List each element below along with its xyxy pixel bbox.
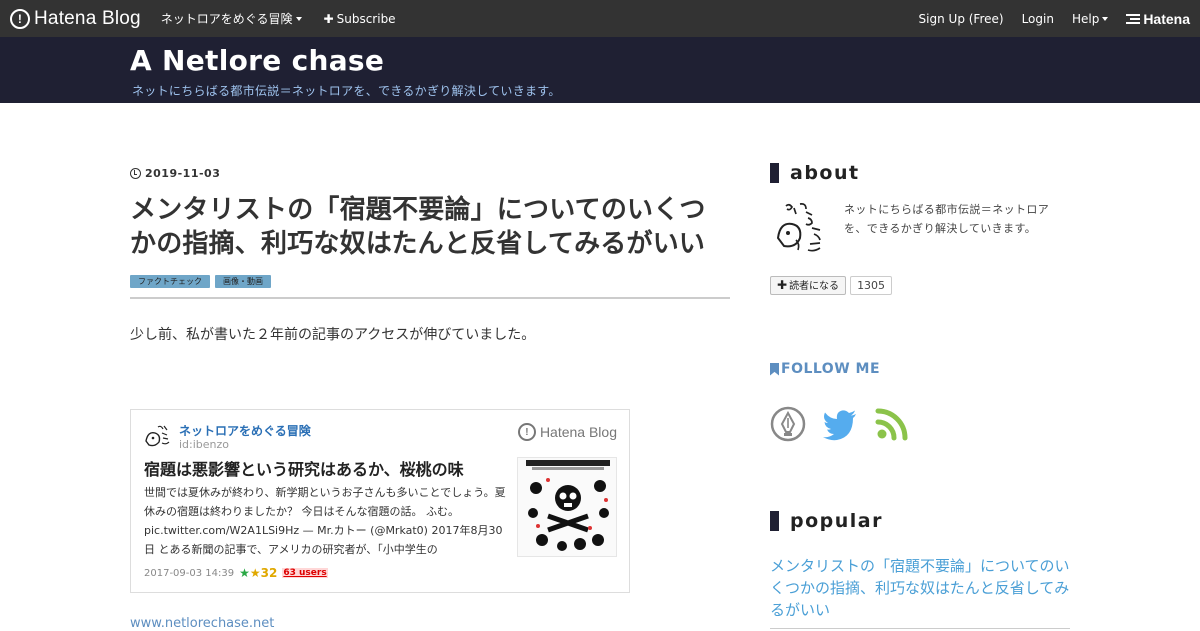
hatena-blog-logo-icon: ! (517, 423, 536, 441)
signup-link[interactable]: Sign Up (Free) (919, 12, 1004, 26)
bookmark-icon (770, 362, 779, 376)
hatena-blog-logo-icon: ! (10, 8, 30, 29)
about-heading-text: about (790, 162, 860, 184)
blog-header: A Netlore chase ネットにちらばる都市伝説＝ネットロアを、できるか… (0, 37, 1200, 103)
entry-date-text: 2019-11-03 (145, 167, 221, 180)
embed-title[interactable]: 宿題は悪影響という研究はあるか、桜桃の味 (144, 456, 464, 480)
embed-blog-name[interactable]: ネットロアをめぐる冒険 (179, 422, 311, 439)
about-heading: about (770, 162, 860, 184)
star-count: 32 (260, 566, 278, 580)
popular-divider (770, 628, 1070, 629)
subscribe-button[interactable]: ✚ Subscribe (324, 12, 396, 26)
embed-author-id[interactable]: id:ibenzo (179, 438, 229, 451)
blog-title[interactable]: A Netlore chase (130, 44, 384, 77)
plus-icon: ✚ (777, 278, 788, 292)
heading-bar (770, 511, 779, 531)
profile-avatar[interactable] (772, 200, 830, 258)
star-icon: ★ (239, 566, 250, 580)
entry-lead-paragraph: 少し前、私が書いた２年前の記事のアクセスが伸びていました。 (130, 327, 536, 343)
hatena-global-bar: ! Hatena Blog ネットロアをめぐる冒険 ✚ Subscribe Si… (0, 0, 1200, 37)
entry-date[interactable]: 2019-11-03 (130, 167, 220, 180)
entry-categories: ファクトチェック 画像・動画 (130, 275, 276, 288)
subscriber-count[interactable]: 1305 (850, 276, 893, 295)
book-cover-image (518, 458, 616, 556)
hatena-blog-follow-icon[interactable] (770, 406, 806, 442)
blog-menu-label: ネットロアをめぐる冒険 (160, 12, 293, 26)
blog-menu-dropdown[interactable]: ネットロアをめぐる冒険 (161, 10, 302, 27)
rss-icon[interactable] (874, 406, 910, 442)
subscribe-label: Subscribe (336, 11, 396, 26)
source-link[interactable]: www.netlorechase.net (130, 616, 274, 631)
follow-heading: FOLLOW ME (770, 361, 880, 377)
embed-footer: 2017-09-03 14:39 ★★32 63 users (144, 566, 328, 580)
embed-excerpt: 世間では夏休みが終わり、新学期というお子さんも多いことでしょう。夏休みの宿題は終… (144, 486, 506, 556)
category-tag[interactable]: 画像・動画 (215, 275, 271, 288)
embed-brand-text: Hatena Blog (539, 424, 617, 440)
embed-stars[interactable]: ★★32 (239, 566, 277, 580)
hatena-logo[interactable]: Hatena (1126, 11, 1190, 27)
star-icon: ★ (249, 566, 261, 580)
entry-divider (130, 297, 730, 299)
popular-entry-link[interactable]: メンタリストの「宿題不要論」についてのいくつかの指摘、利巧な奴はたんと反省してみ… (770, 555, 1070, 621)
follow-icons (770, 406, 926, 442)
popular-heading: popular (770, 510, 883, 532)
help-dropdown[interactable]: Help (1071, 11, 1109, 26)
twitter-icon[interactable] (822, 406, 858, 442)
category-tag[interactable]: ファクトチェック (130, 275, 210, 288)
hatena-blog-logo[interactable]: ! Hatena Blog (10, 8, 141, 30)
help-label: Help (1071, 11, 1100, 26)
embed-thumbnail[interactable] (517, 457, 617, 557)
embed-timestamp: 2017-09-03 14:39 (144, 567, 235, 579)
about-text: ネットにちらばる都市伝説＝ネットロアを、できるかぎり解決していきます。 (844, 203, 1050, 235)
embed-blog-card[interactable]: ネットロアをめぐる冒険 id:ibenzo ! Hatena Blog 宿題は悪… (130, 409, 630, 593)
subscribe-blog-button[interactable]: ✚ 読者になる (770, 276, 847, 295)
clock-icon (130, 168, 141, 179)
follow-heading-text: FOLLOW ME (781, 361, 881, 377)
popular-heading-text: popular (790, 510, 883, 532)
login-link[interactable]: Login (1022, 12, 1054, 26)
embed-hatena-blog-logo: ! Hatena Blog (517, 423, 617, 441)
plus-icon: ✚ (323, 11, 334, 26)
chevron-down-icon (295, 16, 302, 21)
blog-avatar-icon (145, 425, 170, 447)
subscribe-widget: ✚ 読者になる 1305 (770, 276, 893, 295)
hatena-blog-logo-text: Hatena Blog (34, 7, 141, 29)
hatena-logo-text: Hatena (1143, 10, 1190, 27)
bookmark-users[interactable]: 63 users (282, 568, 328, 578)
hatena-mark-icon (1126, 12, 1141, 26)
subscribe-blog-label: 読者になる (789, 281, 840, 292)
chevron-down-icon (1102, 16, 1109, 21)
heading-bar (770, 163, 779, 183)
entry-title[interactable]: メンタリストの「宿題不要論」についてのいくつかの指摘、利巧な奴はたんと反省してみ… (130, 193, 730, 261)
blog-description: ネットにちらばる都市伝説＝ネットロアを、できるかぎり解決していきます。 (132, 84, 561, 98)
